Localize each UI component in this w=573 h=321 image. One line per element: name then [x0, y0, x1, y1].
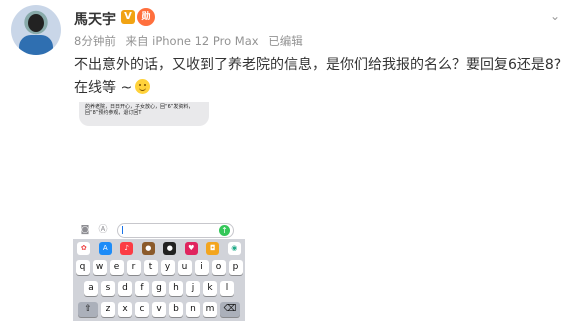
keyboard-row-1: q w e r t y u i o p — [73, 260, 245, 275]
delivery-app-icon: ◘ — [206, 241, 220, 255]
post-text-line1: 不出意外的话，又收到了养老院的信息，是你们给我报的名么？要回复6还是8? — [74, 57, 562, 73]
delete-icon: ⌫ — [220, 302, 240, 317]
post-source: 来自 iPhone 12 Pro Max — [125, 34, 259, 48]
key: y — [160, 260, 175, 275]
post-time[interactable]: 8分钟前 — [74, 34, 116, 48]
appstore-app-icon: A — [98, 241, 112, 255]
key: x — [118, 302, 132, 317]
music-app-icon: ♪ — [120, 241, 134, 255]
key: f — [135, 281, 149, 296]
heart-app-icon: ♥ — [184, 241, 198, 255]
chevron-down-icon[interactable]: ⌄ — [547, 8, 563, 24]
key: q — [75, 260, 90, 275]
avatar-head — [28, 14, 44, 32]
photos-app-icon: ✿ — [77, 241, 91, 255]
medal-icon: 勋 — [137, 8, 155, 26]
avatar-shirt — [19, 35, 53, 55]
message-input: ↑ — [117, 223, 234, 238]
key: h — [169, 281, 183, 296]
key: o — [211, 260, 226, 275]
user-name[interactable]: 馬天宇 — [74, 9, 116, 29]
key: t — [143, 260, 158, 275]
shift-icon: ⇧ — [78, 302, 98, 317]
verified-badge-icon: V — [121, 10, 135, 24]
key: p — [228, 260, 243, 275]
key: w — [92, 260, 107, 275]
memoji-icon: ● — [141, 241, 155, 255]
key: m — [203, 302, 217, 317]
key: g — [152, 281, 166, 296]
post-text-line2-text: 在线等 ~ — [74, 80, 133, 96]
keyboard: ✿ A ♪ ● ● ♥ ◘ ◉ q w e r t y u i o p a s … — [73, 239, 245, 321]
key: c — [135, 302, 149, 317]
post-image-phone-screenshot[interactable]: 的养老院，日日开心，子女放心，回“6”发资料，回“8”预约参观，退订回T ◙ Ⓐ… — [73, 102, 245, 321]
post-content: 不出意外的话，又收到了养老院的信息，是你们给我报的名么？要回复6还是8? 在线等… — [74, 54, 564, 100]
key: l — [220, 281, 234, 296]
key: u — [177, 260, 192, 275]
key: a — [84, 281, 98, 296]
key: j — [186, 281, 200, 296]
camera-icon: ◙ — [80, 225, 90, 235]
post-edited[interactable]: 已编辑 — [268, 34, 303, 48]
key: z — [101, 302, 115, 317]
key: v — [152, 302, 166, 317]
keyboard-row-2: a s d f g h j k l — [73, 281, 245, 296]
memoji-dark-icon: ● — [163, 241, 177, 255]
keyboard-row-3: ⇧ z x c v b n m ⌫ — [73, 302, 245, 317]
send-icon: ↑ — [219, 225, 230, 236]
key: s — [101, 281, 115, 296]
appstore-icon: Ⓐ — [98, 225, 108, 235]
post-meta: 8分钟前 来自 iPhone 12 Pro Max 已编辑 — [74, 33, 309, 49]
post-text-line2: 在线等 ~ — [74, 77, 564, 100]
smile-emoji-icon — [135, 79, 151, 94]
key: i — [194, 260, 209, 275]
key: e — [109, 260, 124, 275]
user-avatar[interactable] — [11, 5, 61, 55]
key: n — [186, 302, 200, 317]
app-strip: ✿ A ♪ ● ● ♥ ◘ ◉ — [73, 239, 245, 257]
key: k — [203, 281, 217, 296]
key: b — [169, 302, 183, 317]
text-caret — [122, 226, 123, 234]
maps-app-icon: ◉ — [227, 241, 241, 255]
compose-bar: ◙ Ⓐ ↑ — [73, 222, 245, 238]
sms-bubble: 的养老院，日日开心，子女放心，回“6”发资料，回“8”预约参观，退订回T — [79, 102, 209, 126]
key: d — [118, 281, 132, 296]
key: r — [126, 260, 141, 275]
